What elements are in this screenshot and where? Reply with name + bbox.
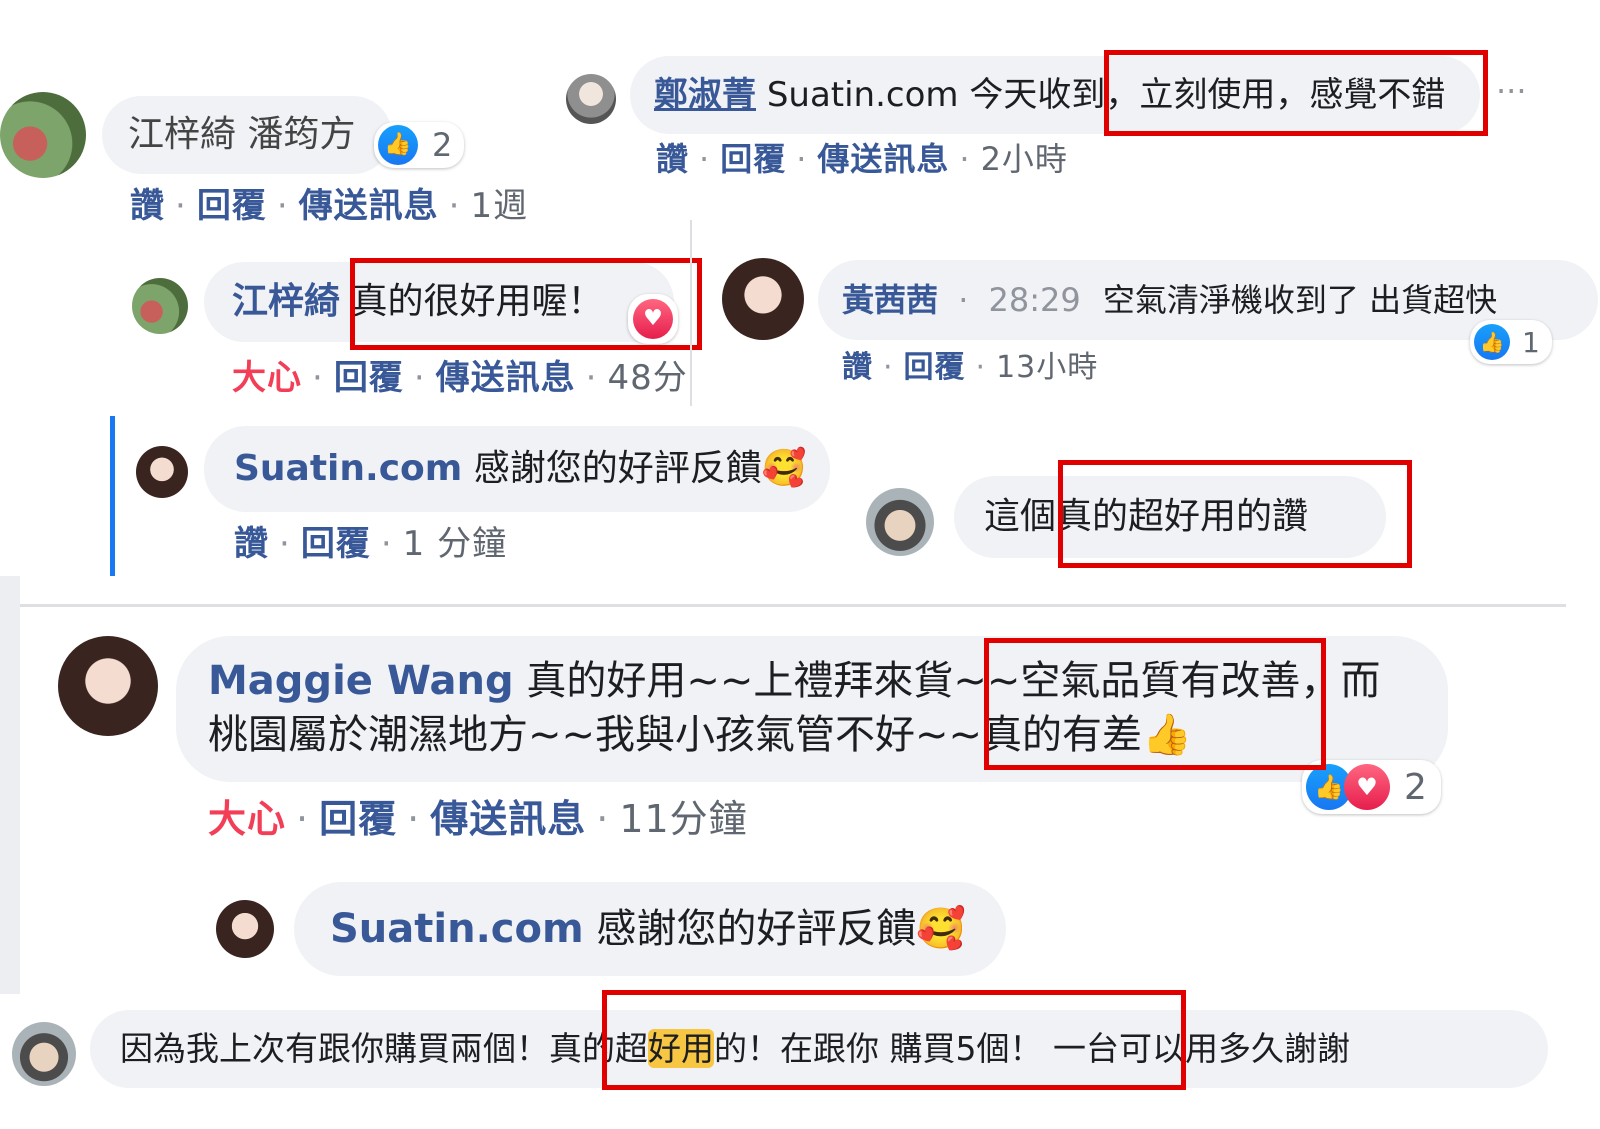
comment-author[interactable]: 黃茜茜 — [842, 281, 938, 319]
more-options-icon[interactable]: ··· — [1496, 72, 1527, 110]
avatar[interactable] — [0, 92, 86, 178]
avatar[interactable] — [722, 258, 804, 340]
separator: · — [296, 797, 310, 841]
comment-author[interactable]: Suatin.com — [330, 906, 584, 952]
like-link[interactable]: 讚 — [130, 186, 165, 226]
reply-link[interactable]: 回覆 — [319, 797, 397, 841]
reaction-count-value: 2 — [1404, 766, 1427, 808]
avatar[interactable] — [58, 636, 158, 736]
comment-actions: 讚 · 回覆 · 13小時 — [842, 342, 1098, 386]
message-link[interactable]: 傳送訊息 — [430, 797, 586, 841]
timestamp[interactable]: 11分鐘 — [619, 797, 747, 841]
separator: · — [413, 358, 426, 398]
avatar[interactable] — [566, 74, 616, 124]
divider — [690, 220, 692, 406]
message-link[interactable]: 傳送訊息 — [299, 186, 439, 226]
reaction-count[interactable]: 👍 1 — [1470, 320, 1552, 364]
separator: · — [883, 350, 894, 385]
reaction-count-value: 1 — [1522, 325, 1540, 359]
separator: · — [585, 358, 598, 398]
like-link[interactable]: 讚 — [234, 524, 269, 564]
separator: · — [959, 140, 971, 178]
separator: · — [407, 797, 421, 841]
reaction-count-value: 2 — [432, 126, 453, 164]
comment-actions: 大心 · 回覆 · 傳送訊息 · 11分鐘 — [208, 788, 748, 843]
like-link[interactable]: 讚 — [656, 140, 689, 178]
comment-bubble: Suatin.com 感謝您的好評反饋🥰 — [294, 882, 1006, 976]
heart-icon: ♥ — [1344, 764, 1390, 810]
highlight-box — [602, 990, 1186, 1090]
timestamp[interactable]: 13小時 — [996, 350, 1098, 385]
love-link[interactable]: 大心 — [208, 797, 286, 841]
highlight-box — [984, 638, 1326, 770]
separator: · — [596, 797, 610, 841]
comment-author[interactable]: Maggie Wang — [208, 658, 514, 704]
comment-author[interactable]: 江梓綺 — [232, 281, 340, 322]
avatar[interactable] — [866, 488, 934, 556]
message-link[interactable]: 傳送訊息 — [436, 358, 576, 398]
timestamp[interactable]: 1 分鐘 — [403, 524, 507, 564]
comment-bubble: 江梓綺 潘筠方 — [102, 96, 392, 174]
avatar[interactable] — [136, 446, 188, 498]
reaction-count[interactable]: 👍 2 — [374, 122, 465, 168]
love-link[interactable]: 大心 — [232, 358, 302, 398]
reply-link[interactable]: 回覆 — [334, 358, 404, 398]
comment-actions: 大心 · 回覆 · 傳送訊息 · 48分 — [232, 350, 688, 399]
separator: · — [796, 140, 808, 178]
comment-actions: 讚 · 回覆 · 傳送訊息 · 1週 — [130, 178, 528, 227]
separator: · — [448, 186, 461, 226]
comment-author[interactable]: 江梓綺 潘筠方 — [128, 114, 355, 155]
thread-line — [110, 416, 115, 576]
timestamp[interactable]: 1週 — [470, 186, 528, 226]
highlight-box — [1104, 50, 1488, 136]
comment-text: 感謝您的好評反饋🥰 — [596, 906, 967, 952]
timestamp[interactable]: 48分 — [607, 358, 687, 398]
avatar[interactable] — [12, 1022, 76, 1086]
separator: · — [958, 281, 969, 319]
highlight-box — [350, 258, 702, 350]
separator: · — [975, 350, 987, 385]
message-link[interactable]: 傳送訊息 — [817, 140, 949, 178]
divider — [0, 576, 20, 996]
comment-time: 28:29 — [988, 281, 1081, 319]
separator: · — [312, 358, 324, 398]
separator: · — [279, 524, 291, 564]
timestamp[interactable]: 2小時 — [981, 140, 1068, 178]
comment-author[interactable]: 鄭淑菁 — [654, 75, 756, 115]
comment-bubble: Suatin.com 感謝您的好評反饋🥰 — [204, 426, 830, 512]
reply-link[interactable]: 回覆 — [197, 186, 267, 226]
like-icon: 👍 — [1474, 324, 1510, 360]
comment-text: 感謝您的好評反饋🥰 — [473, 448, 807, 489]
separator: · — [175, 186, 187, 226]
reply-link[interactable]: 回覆 — [904, 350, 966, 385]
separator: · — [699, 140, 711, 178]
avatar[interactable] — [216, 900, 274, 958]
like-icon: 👍 — [378, 125, 418, 165]
comment-text: 空氣清淨機收到了 出貨超快 — [1102, 281, 1498, 319]
reply-link[interactable]: 回覆 — [301, 524, 371, 564]
separator: · — [276, 186, 289, 226]
highlight-box — [1058, 460, 1412, 568]
separator: · — [380, 524, 393, 564]
comment-actions: 讚 · 回覆 · 1 分鐘 — [234, 516, 507, 565]
comment-actions: 讚 · 回覆 · 傳送訊息 · 2小時 — [656, 134, 1068, 180]
comment-text: 因為我上次有跟你購買兩個！真的超 — [120, 1029, 648, 1068]
divider — [20, 604, 1566, 607]
comment-author[interactable]: Suatin.com — [234, 448, 462, 489]
like-link[interactable]: 讚 — [842, 350, 873, 385]
avatar[interactable] — [132, 278, 188, 334]
reply-link[interactable]: 回覆 — [720, 140, 786, 178]
